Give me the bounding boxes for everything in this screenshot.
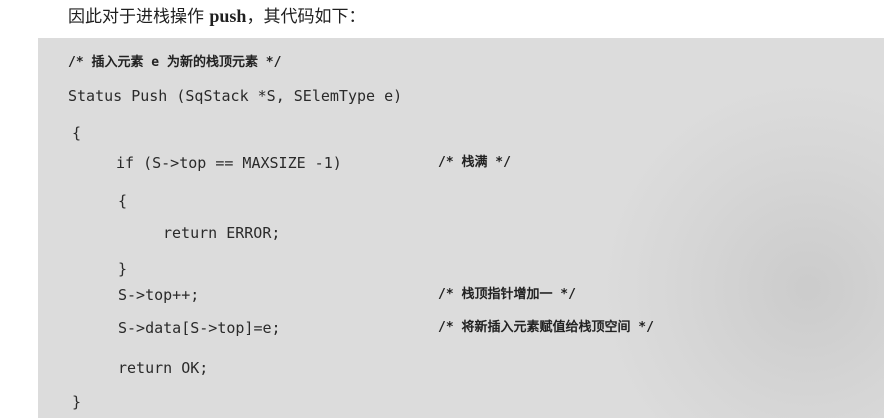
code-block: /* 插入元素 e 为新的栈顶元素 */ Status Push (SqStac… [38,38,884,418]
header-comment: /* 插入元素 e 为新的栈顶元素 */ [68,55,282,70]
return-error: return ERROR; [163,224,281,242]
close-brace: } [72,393,82,411]
if-statement: if (S->top == MAXSIZE -1) [116,154,342,172]
top-increment-comment: /* 栈顶指针增加一 */ [438,287,576,302]
intro-text: 因此对于进栈操作 push，其代码如下： [68,6,365,27]
inner-close-brace: } [118,260,128,278]
intro-suffix: ，其代码如下： [246,7,366,27]
top-increment: S->top++; [118,286,200,304]
intro-prefix: 因此对于进栈操作 [68,7,204,27]
if-comment: /* 栈满 */ [438,155,511,170]
data-assign: S->data[S->top]=e; [118,319,281,337]
data-assign-comment: /* 将新插入元素赋值给栈顶空间 */ [438,320,654,335]
intro-keyword: push [209,6,247,26]
function-signature: Status Push (SqStack *S, SElemType e) [68,87,403,105]
open-brace: { [72,124,82,142]
inner-open-brace: { [118,192,128,210]
return-ok: return OK; [118,359,209,377]
